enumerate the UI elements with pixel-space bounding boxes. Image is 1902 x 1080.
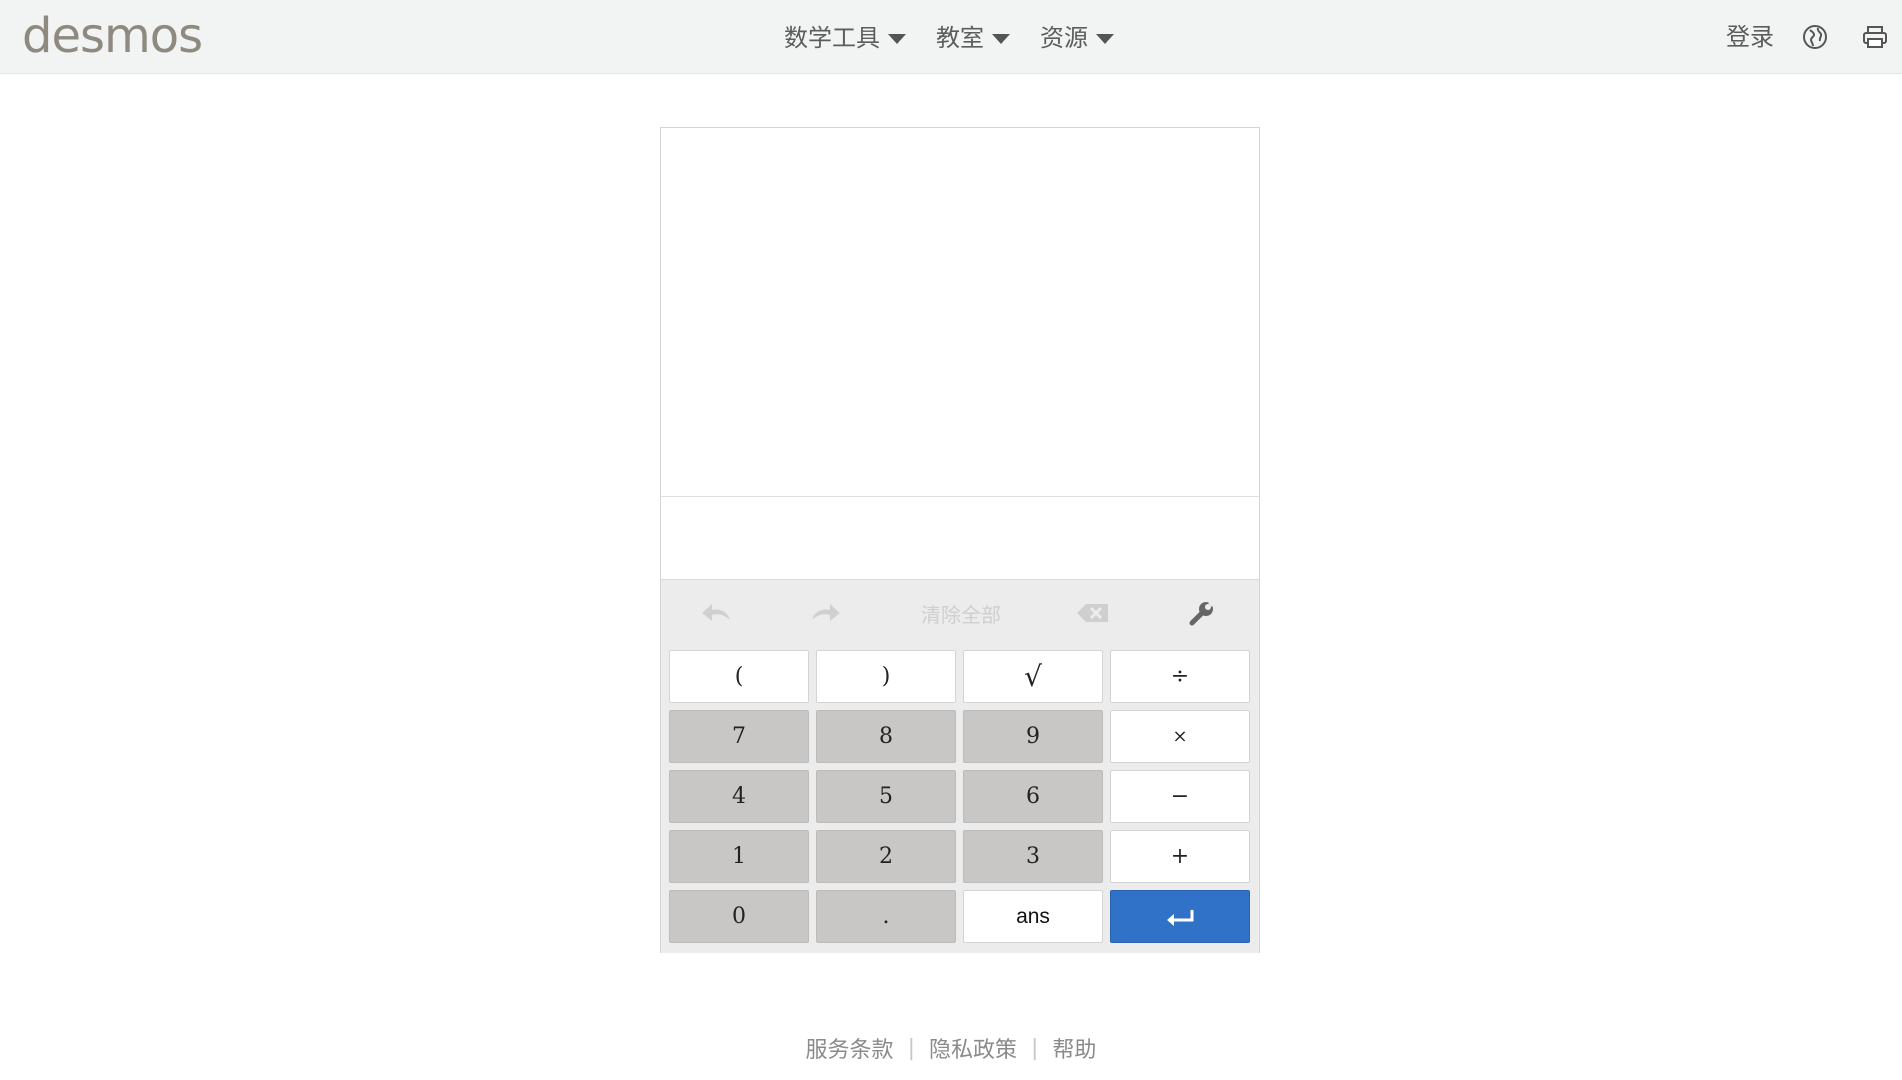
nav-math-tools-label: 数学工具 <box>784 24 880 52</box>
main-nav: 数学工具 教室 资源 <box>784 22 1114 54</box>
nav-resources-label: 资源 <box>1040 24 1088 52</box>
key-multiply[interactable]: × <box>1110 710 1250 763</box>
key-sqrt[interactable]: √ <box>963 650 1103 703</box>
keypad: 清除全部 ( ) √ ÷ 7 8 9 × 4 5 6 − 1 2 3 + 0 .… <box>661 579 1259 953</box>
key-6[interactable]: 6 <box>963 770 1103 823</box>
globe-icon[interactable] <box>1800 22 1830 52</box>
redo-icon[interactable] <box>804 596 846 630</box>
top-bar: desmos 数学工具 教室 资源 登录 <box>0 0 1902 74</box>
key-1[interactable]: 1 <box>669 830 809 883</box>
backspace-icon[interactable] <box>1071 596 1115 630</box>
undo-icon[interactable] <box>696 596 738 630</box>
scientific-calculator: 清除全部 ( ) √ ÷ 7 8 9 × 4 5 6 − 1 2 3 + 0 .… <box>660 127 1260 953</box>
footer-help-link[interactable]: 帮助 <box>1052 1032 1096 1064</box>
expression-input[interactable] <box>661 497 1259 579</box>
key-close-paren[interactable]: ) <box>816 650 956 703</box>
key-grid: ( ) √ ÷ 7 8 9 × 4 5 6 − 1 2 3 + 0 . ans <box>669 650 1250 943</box>
footer: 服务条款 | 隐私政策 | 帮助 <box>0 1032 1902 1064</box>
nav-classroom-label: 教室 <box>936 24 984 52</box>
login-link[interactable]: 登录 <box>1726 20 1774 54</box>
footer-separator: | <box>907 1035 915 1061</box>
calculation-history <box>661 128 1259 497</box>
key-7[interactable]: 7 <box>669 710 809 763</box>
footer-terms-link[interactable]: 服务条款 <box>806 1032 894 1064</box>
key-4[interactable]: 4 <box>669 770 809 823</box>
enter-icon <box>1167 909 1194 926</box>
key-0[interactable]: 0 <box>669 890 809 943</box>
caret-down-icon <box>1096 34 1114 44</box>
nav-resources[interactable]: 资源 <box>1040 22 1114 54</box>
key-open-paren[interactable]: ( <box>669 650 809 703</box>
printer-icon[interactable] <box>1860 22 1890 52</box>
key-minus[interactable]: − <box>1110 770 1250 823</box>
nav-math-tools[interactable]: 数学工具 <box>784 22 906 54</box>
key-decimal[interactable]: . <box>816 890 956 943</box>
footer-separator: | <box>1031 1035 1039 1061</box>
key-2[interactable]: 2 <box>816 830 956 883</box>
header-tools: 登录 <box>1726 20 1902 54</box>
enter-button[interactable] <box>1110 890 1250 943</box>
keypad-toolbar: 清除全部 <box>661 580 1259 646</box>
key-5[interactable]: 5 <box>816 770 956 823</box>
key-plus[interactable]: + <box>1110 830 1250 883</box>
key-9[interactable]: 9 <box>963 710 1103 763</box>
clear-all-button[interactable]: 清除全部 <box>901 596 1021 630</box>
nav-classroom[interactable]: 教室 <box>936 22 1010 54</box>
key-3[interactable]: 3 <box>963 830 1103 883</box>
wrench-icon[interactable] <box>1180 596 1224 630</box>
desmos-logo[interactable]: desmos <box>22 6 203 66</box>
caret-down-icon <box>888 34 906 44</box>
key-ans[interactable]: ans <box>963 890 1103 943</box>
footer-privacy-link[interactable]: 隐私政策 <box>929 1032 1017 1064</box>
key-8[interactable]: 8 <box>816 710 956 763</box>
key-divide[interactable]: ÷ <box>1110 650 1250 703</box>
caret-down-icon <box>992 34 1010 44</box>
